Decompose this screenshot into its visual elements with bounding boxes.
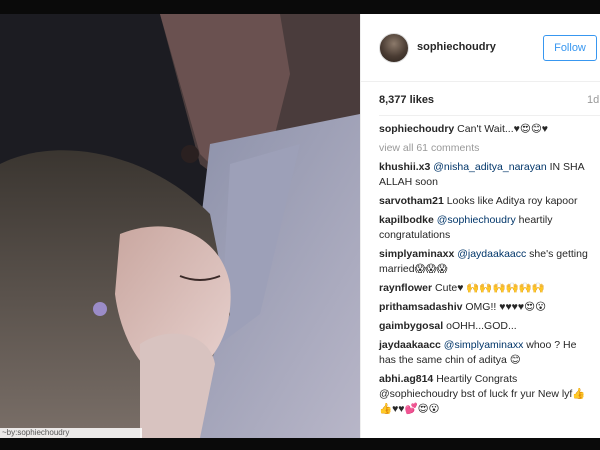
post-photo[interactable] [0, 14, 360, 438]
list-item: jaydaakaacc @simplyaminaxx whoo ? He has… [379, 338, 593, 368]
comment-username[interactable]: khushii.x3 [379, 161, 430, 173]
list-item: prithamsadashiv OMG!! ♥♥♥♥😍😮 [379, 300, 593, 315]
comment-username[interactable]: abhi.ag814 [379, 373, 433, 385]
view-all-comments-link[interactable]: view all 61 comments [379, 141, 593, 156]
comment-mention[interactable]: @simplyaminaxx [441, 339, 524, 351]
list-item: khushii.x3 @nisha_aditya_narayan IN SHA … [379, 160, 593, 190]
divider [379, 115, 600, 116]
list-item: simplyaminaxx @jaydaakaacc she's getting… [379, 247, 593, 277]
list-item: kapilbodke @sophiechoudry heartily congr… [379, 213, 593, 243]
comment-mention[interactable]: @jaydaakaacc [454, 248, 526, 260]
comment-text: Can't Wait...♥😍😊♥ [454, 123, 549, 135]
top-letterbox [0, 0, 600, 14]
bottom-letterbox [0, 438, 600, 450]
comment-username[interactable]: raynflower [379, 282, 432, 294]
list-item: gaimbygosal oOHH...GOD... [379, 319, 593, 334]
photo-watermark: ~by:sophiechoudry [0, 428, 142, 438]
comment-list: sophiechoudry Can't Wait...♥😍😊♥ view all… [379, 122, 593, 421]
post-header: sophiechoudry Follow [361, 14, 600, 82]
comment-username[interactable]: jaydaakaacc [379, 339, 441, 351]
list-item: abhi.ag814 Heartily Congrats @sophiechou… [379, 372, 593, 417]
follow-button[interactable]: Follow [543, 35, 597, 61]
comment-username[interactable]: kapilbodke [379, 214, 434, 226]
comment-username[interactable]: gaimbygosal [379, 320, 443, 332]
list-item: sarvotham21 Looks like Aditya roy kapoor [379, 194, 593, 209]
comment-username[interactable]: sophiechoudry [379, 123, 454, 135]
comment-text: Looks like Aditya roy kapoor [443, 195, 578, 207]
likes-count[interactable]: 8,377 likes [379, 94, 434, 106]
comment-text: Cute♥ 🙌🙌🙌🙌🙌🙌 [432, 282, 545, 294]
comment-mention[interactable]: @sophiechoudry [434, 214, 516, 226]
couple-photo-illustration [0, 14, 360, 438]
comment-text: OMG!! ♥♥♥♥😍😮 [462, 301, 547, 313]
header-username[interactable]: sophiechoudry [417, 41, 496, 53]
comment-mention[interactable]: @nisha_aditya_narayan [430, 161, 546, 173]
avatar[interactable] [379, 33, 409, 63]
comment-username[interactable]: sarvotham21 [379, 195, 444, 207]
comment-text: oOHH...GOD... [443, 320, 517, 332]
list-item: raynflower Cute♥ 🙌🙌🙌🙌🙌🙌 [379, 281, 593, 296]
comments-panel: sophiechoudry Follow 8,377 likes 1d soph… [360, 14, 600, 438]
comment-username[interactable]: simplyaminaxx [379, 248, 454, 260]
caption-comment: sophiechoudry Can't Wait...♥😍😊♥ [379, 122, 593, 137]
comment-username[interactable]: prithamsadashiv [379, 301, 462, 313]
post-age[interactable]: 1d [587, 94, 599, 106]
